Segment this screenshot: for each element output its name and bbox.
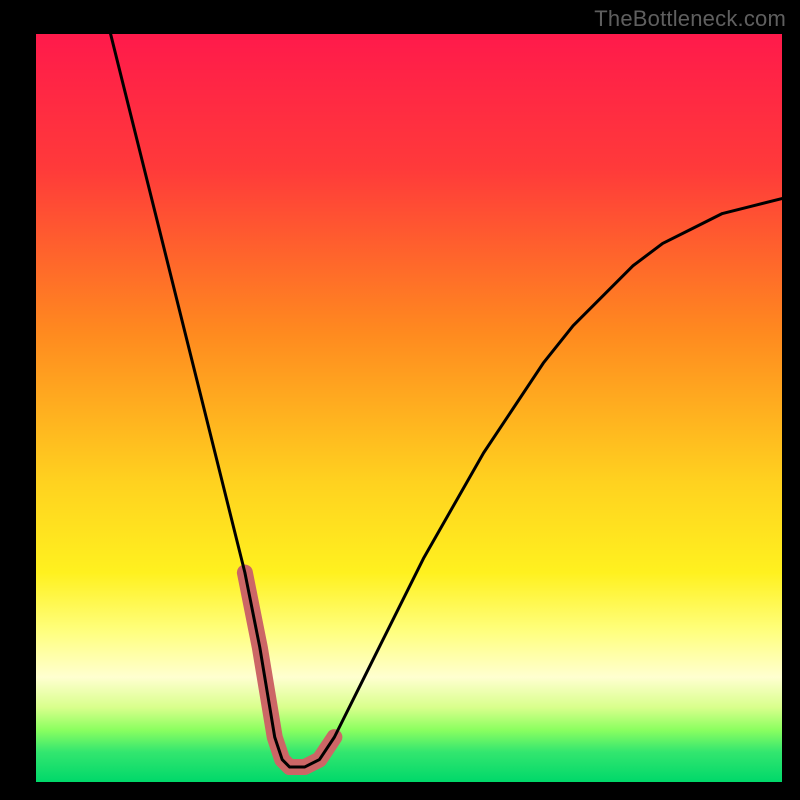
plot-background: [36, 34, 782, 782]
chart-stage: TheBottleneck.com: [0, 0, 800, 800]
bottleneck-chart: [0, 0, 800, 800]
watermark-text: TheBottleneck.com: [594, 6, 786, 32]
